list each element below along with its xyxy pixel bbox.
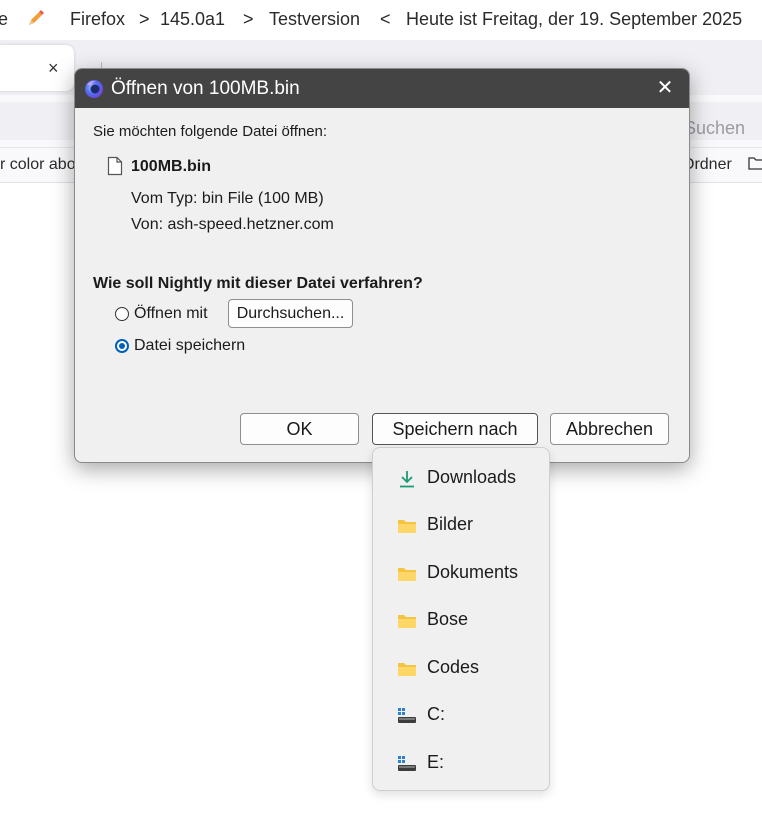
drive-icon: [398, 708, 416, 723]
breadcrumb-separator: <: [380, 9, 391, 29]
firefox-nightly-icon: [85, 80, 103, 98]
date-text: Heute ist Freitag, der 19. September 202…: [406, 9, 743, 29]
menu-item-label: E:: [427, 752, 445, 772]
menu-item-dokuments[interactable]: Dokuments: [373, 553, 549, 593]
browse-button[interactable]: Durchsuchen...: [228, 299, 353, 328]
breadcrumb-firefox: Firefox: [70, 9, 126, 29]
file-type: Vom Typ: bin File (100 MB): [131, 190, 324, 207]
intro-text: Sie möchten folgende Datei öffnen:: [93, 123, 328, 140]
save-file-radio[interactable]: [115, 339, 129, 353]
menu-item-label: Codes: [427, 657, 480, 677]
bookmark-item[interactable]: r color abo: [0, 156, 76, 174]
menu-item-bilder[interactable]: Bilder: [373, 505, 549, 545]
save-file-label[interactable]: Datei speichern: [134, 337, 245, 355]
open-with-label[interactable]: Öffnen mit: [134, 305, 208, 323]
menu-item-label: Dokuments: [427, 562, 519, 582]
window-title-bar: e Firefox > 145.0a1 > Testversion < Heut…: [0, 0, 762, 40]
breadcrumb-separator: >: [139, 9, 150, 29]
menu-item-label: Downloads: [427, 467, 517, 487]
ok-button[interactable]: OK: [240, 413, 359, 445]
action-question: Wie soll Nightly mit dieser Datei verfah…: [93, 275, 423, 292]
menu-item-downloads[interactable]: Downloads: [373, 458, 549, 498]
folder-icon: [748, 157, 762, 170]
breadcrumb-version: 145.0a1: [160, 9, 226, 29]
save-to-button[interactable]: Speichern nach: [372, 413, 538, 445]
menu-item-label: C:: [427, 704, 445, 724]
download-icon: [400, 471, 414, 488]
drive-icon: [398, 756, 416, 771]
menu-item-label: Bose: [427, 609, 469, 629]
menu-item-drive-c[interactable]: C:: [373, 695, 549, 735]
search-placeholder: Suchen: [684, 118, 746, 138]
open-with-radio[interactable]: [115, 307, 129, 321]
menu-item-codes[interactable]: Codes: [373, 648, 549, 688]
menu-item-drive-e[interactable]: E:: [373, 743, 549, 783]
folder-icon: [398, 663, 416, 676]
save-location-menu: Downloads Bilder Dokuments Bose Codes C:…: [372, 447, 550, 791]
file-name: 100MB.bin: [131, 158, 212, 175]
breadcrumb-testversion: Testversion: [269, 9, 361, 29]
pencil-icon: [29, 10, 44, 25]
file-source: Von: ash-speed.hetzner.com: [131, 216, 334, 233]
folder-icon: [398, 615, 416, 628]
dialog-titlebar: Öffnen von 100MB.bin ✕: [75, 69, 689, 108]
dialog-title: Öffnen von 100MB.bin: [111, 78, 300, 99]
title-fragment: e: [0, 9, 9, 29]
tab-close-icon[interactable]: ×: [48, 58, 59, 79]
menu-item-label: Bilder: [427, 514, 474, 534]
menu-item-bose[interactable]: Bose: [373, 600, 549, 640]
cancel-button[interactable]: Abbrechen: [550, 413, 669, 445]
folder-icon: [398, 520, 416, 533]
close-icon[interactable]: ✕: [641, 69, 689, 108]
browser-tab[interactable]: ×: [0, 45, 74, 91]
breadcrumb-separator: >: [243, 9, 254, 29]
file-icon: [107, 156, 123, 176]
open-file-dialog: Öffnen von 100MB.bin ✕ Sie möchten folge…: [74, 68, 690, 463]
folder-icon: [398, 568, 416, 581]
